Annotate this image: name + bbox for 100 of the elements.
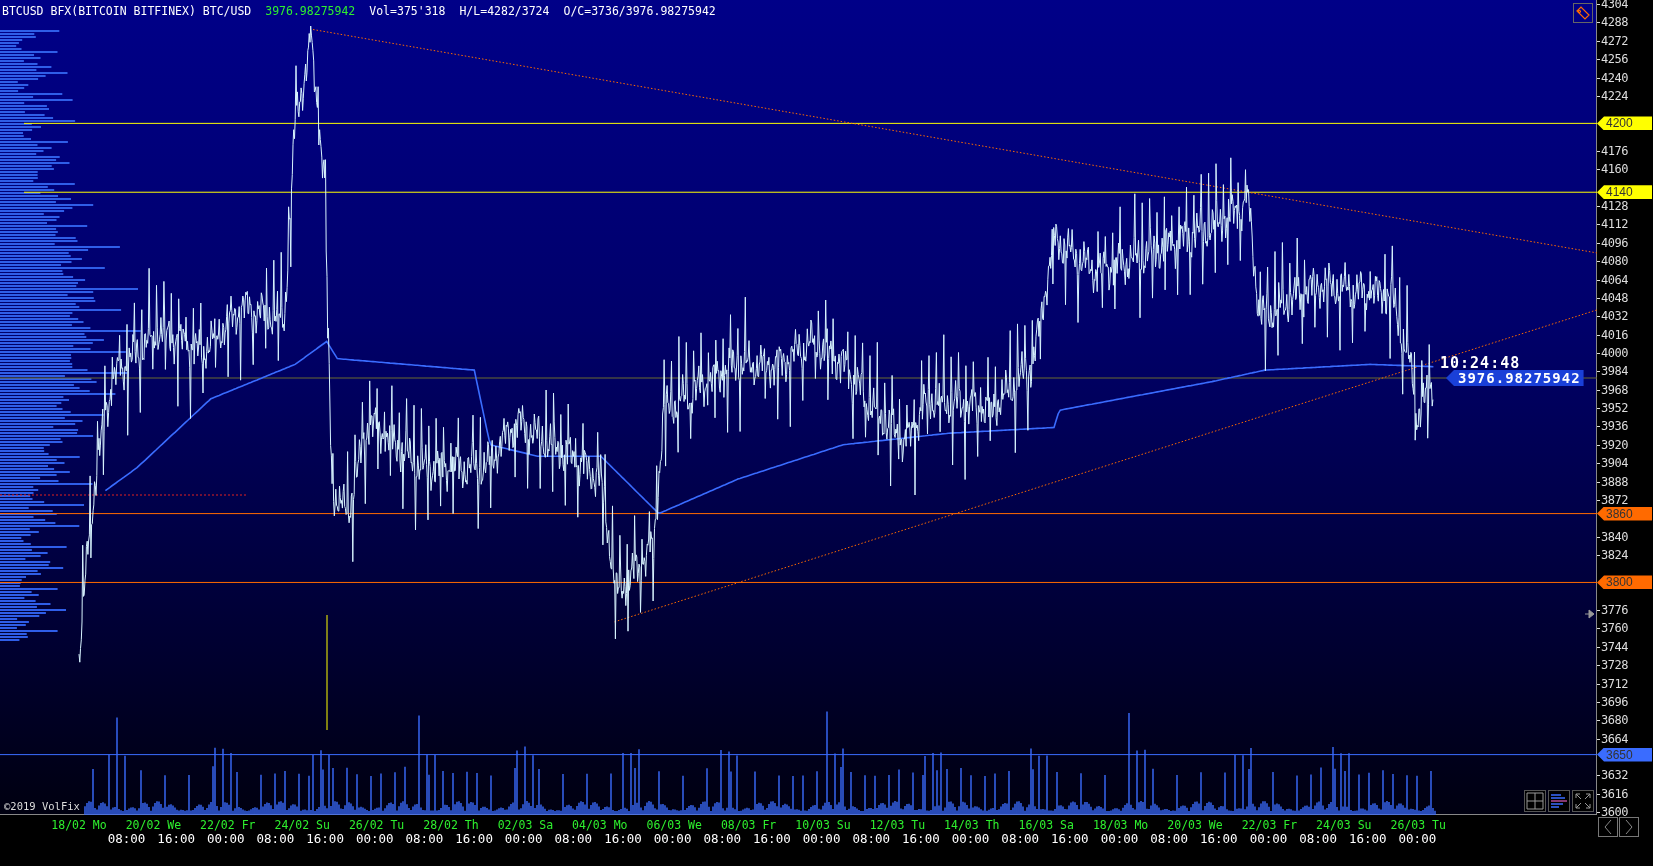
- time-label: 16:00: [455, 831, 493, 846]
- time-label: 08:00: [1150, 831, 1188, 846]
- date-label: 20/03 We: [1167, 818, 1223, 832]
- price-tick-label: 4112: [1597, 218, 1628, 231]
- price-tick-label: 4128: [1597, 200, 1628, 212]
- time-label: 16:00: [753, 831, 791, 846]
- date-label: 26/03 Tu: [1390, 818, 1446, 832]
- date-label: 24/03 Su: [1316, 818, 1372, 832]
- price-tick-label: 3840: [1597, 530, 1628, 543]
- price-tick-label: 4160: [1597, 163, 1628, 176]
- date-label: 22/02 Fr: [200, 818, 256, 832]
- tag-icon: [1576, 6, 1590, 20]
- time-label: 08:00: [703, 831, 742, 846]
- time-label: 00:00: [356, 831, 394, 846]
- time-label: 08:00: [256, 831, 295, 846]
- time-label: 08:00: [852, 831, 891, 846]
- price-tick-label: 3680: [1597, 714, 1628, 727]
- date-label: 28/02 Th: [423, 818, 479, 832]
- symbol-title: BTCUSD BFX(BITCOIN BITFINEX) BTC/USD: [2, 4, 252, 18]
- price-tick-label: 3872: [1597, 493, 1628, 506]
- date-label: 16/03 Sa: [1018, 818, 1074, 832]
- high-low-stat: H/L=4282/3724: [459, 4, 550, 18]
- price-tick-label: 3664: [1597, 732, 1628, 745]
- time-label: 08:00: [405, 831, 444, 846]
- time-label: 08:00: [1299, 831, 1337, 846]
- scroll-left-button[interactable]: [1598, 817, 1618, 837]
- price-tick-label: 3600: [1597, 806, 1628, 818]
- grid-icon: [1526, 792, 1544, 810]
- price-tick-label: 3824: [1597, 548, 1628, 561]
- time-label: 16:00: [604, 831, 642, 846]
- time-label: 00:00: [802, 831, 841, 846]
- date-label: 02/03 Sa: [497, 818, 554, 832]
- price-tick-label: 3744: [1597, 640, 1628, 653]
- price-tick-label: 3968: [1597, 383, 1628, 396]
- price-tick-label: 3632: [1597, 769, 1628, 782]
- date-label: 10/03 Su: [795, 818, 851, 832]
- price-tick-label: 4016: [1597, 328, 1628, 341]
- chevron-left-icon: [1603, 819, 1613, 835]
- arrow-right-icon: [1585, 609, 1595, 619]
- price-tick-label: 4224: [1597, 89, 1628, 102]
- price-tick-label: 4080: [1597, 255, 1628, 268]
- countdown-timer: 10:24:48: [1440, 354, 1521, 372]
- price-tick-label: 3920: [1597, 438, 1628, 451]
- time-label: 08:00: [1001, 831, 1039, 846]
- date-label: 12/03 Tu: [869, 818, 926, 832]
- date-label: 22/03 Fr: [1241, 818, 1298, 832]
- time-label: 16:00: [1051, 831, 1089, 846]
- time-label: 00:00: [951, 831, 990, 846]
- time-label: 16:00: [1200, 831, 1238, 846]
- price-tick-label: 3728: [1597, 659, 1628, 672]
- price-tick-label: 3760: [1597, 622, 1628, 635]
- price-tick-label: 4176: [1597, 144, 1628, 157]
- open-close-stat: O/C=3736/3976.98275942: [563, 4, 716, 18]
- time-label: 00:00: [504, 831, 543, 846]
- date-label: 18/03 Mo: [1092, 818, 1149, 832]
- chevron-right-icon: [1624, 819, 1634, 835]
- price-tick-label: 3712: [1597, 677, 1628, 690]
- price-tick-label: 3616: [1597, 787, 1628, 800]
- price-tick-label: 3936: [1597, 420, 1628, 433]
- date-label: 06/03 We: [646, 818, 702, 832]
- time-label: 00:00: [1398, 831, 1437, 846]
- scroll-right-button[interactable]: [1619, 817, 1639, 837]
- price-level-marker[interactable]: 4140: [1597, 185, 1652, 200]
- time-label: 08:00: [107, 831, 146, 846]
- date-label: 08/03 Fr: [720, 818, 777, 832]
- volume-profile-button[interactable]: [1548, 790, 1570, 812]
- price-level-marker[interactable]: 3800: [1597, 575, 1652, 590]
- price-tick-label: 3776: [1597, 604, 1628, 616]
- tag-button[interactable]: [1573, 3, 1593, 23]
- current-price-tag: 3976.98275942: [1446, 370, 1584, 386]
- price-tick-label: 3696: [1597, 695, 1628, 708]
- time-label: 16:00: [1349, 831, 1387, 846]
- grid-layout-button[interactable]: [1524, 790, 1546, 812]
- date-label: 04/03 Mo: [572, 818, 628, 832]
- date-label: 18/02 Mo: [51, 818, 107, 832]
- price-level-marker[interactable]: 3860: [1597, 506, 1652, 521]
- price-tick-label: 3984: [1597, 365, 1628, 378]
- price-tick-label: 4064: [1597, 273, 1628, 286]
- time-label: 00:00: [1249, 831, 1288, 846]
- expand-button[interactable]: [1572, 790, 1594, 812]
- date-label: 20/02 We: [125, 818, 182, 832]
- price-tick-label: 4240: [1597, 71, 1628, 84]
- price-level-marker[interactable]: 4200: [1597, 116, 1652, 131]
- time-label: 16:00: [306, 831, 344, 846]
- histogram-icon: [1550, 792, 1568, 810]
- last-price: 3976.98275942: [265, 4, 356, 18]
- price-tick-label: 3952: [1597, 402, 1628, 414]
- date-label: 14/03 Th: [944, 818, 1000, 832]
- volume-stat: Vol=375'318: [369, 4, 446, 18]
- time-label: 00:00: [207, 831, 245, 846]
- price-tick-label: 4032: [1597, 310, 1628, 323]
- date-label: 26/02 Tu: [348, 818, 405, 832]
- expand-icon: [1574, 792, 1592, 810]
- time-label: 08:00: [554, 831, 593, 846]
- price-tick-label: 4272: [1597, 34, 1628, 47]
- price-tick-label: 4288: [1597, 16, 1628, 29]
- time-label: 16:00: [902, 831, 940, 846]
- price-level-marker[interactable]: 3650: [1597, 747, 1652, 762]
- time-label: 16:00: [157, 831, 195, 846]
- price-tick-label: 3904: [1597, 457, 1628, 470]
